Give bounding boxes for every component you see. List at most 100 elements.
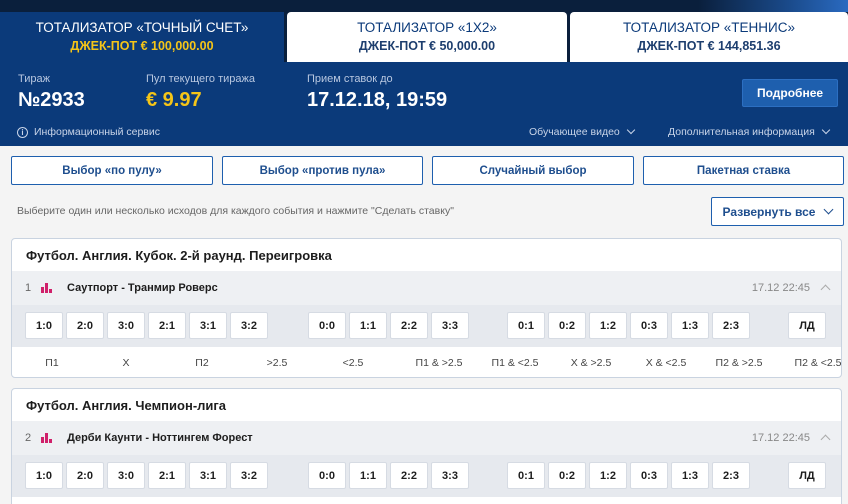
- hint-text: Выберите один или несколько исходов для …: [17, 205, 454, 217]
- outcome-labels: П1 Х П2 >2.5 <2.5 П1 & >2.5 П1 & <2.5 Х & >2.5 Х…: [12, 347, 842, 377]
- score-option[interactable]: 2:1: [148, 462, 186, 489]
- chevron-up-icon[interactable]: [820, 434, 831, 445]
- pool-block: Пул текущего тиража € 9.97: [146, 72, 255, 112]
- tab-exact-score[interactable]: ТОТАЛИЗАТОР «ТОЧНЫЙ СЧЕТ» ДЖЕК-ПОТ € 100…: [0, 12, 284, 62]
- score-option[interactable]: 3:2: [230, 462, 268, 489]
- score-option[interactable]: 2:0: [66, 312, 104, 339]
- stats-icon[interactable]: [41, 433, 55, 443]
- select-against-pool-button[interactable]: Выбор «против пула»: [222, 156, 423, 185]
- match-teams: Дерби Каунти - Ноттингем Форест: [67, 432, 253, 444]
- pool-label: Пул текущего тиража: [146, 73, 255, 85]
- event-card: Футбол. Англия. Чемпион-лига 2 Дерби Кау…: [11, 388, 842, 504]
- expand-all-label: Развернуть все: [722, 204, 816, 219]
- training-video-dropdown[interactable]: Обучающее видео: [529, 125, 636, 138]
- info-service-link[interactable]: i Информационный сервис: [17, 126, 160, 138]
- score-option[interactable]: 2:1: [148, 312, 186, 339]
- score-options: 1:0 2:0 3:0 2:1 3:1 3:2 0:0 1:1 2:2 3:3 0:1 0:2 1:2 0…: [12, 305, 841, 347]
- score-option[interactable]: 2:3: [712, 462, 750, 489]
- score-option[interactable]: 1:1: [349, 312, 387, 339]
- tab-jackpot: ДЖЕК-ПОТ € 50,000.00: [358, 39, 496, 53]
- tab-title: ТОТАЛИЗАТОР «ТЕННИС»: [622, 20, 796, 35]
- chevron-down-icon: [824, 204, 834, 215]
- tab-tennis[interactable]: ТОТАЛИЗАТОР «ТЕННИС» ДЖЕК-ПОТ € 144,851.…: [570, 12, 848, 62]
- chevron-down-icon: [821, 125, 831, 135]
- score-option[interactable]: 0:3: [630, 462, 668, 489]
- match-row[interactable]: 1 Саутпорт - Транмир Роверс 17.12 22:45: [12, 271, 841, 305]
- score-option[interactable]: 0:0: [308, 462, 346, 489]
- chevron-up-icon[interactable]: [820, 284, 831, 295]
- top-strip: [0, 0, 848, 12]
- score-option[interactable]: 0:2: [548, 462, 586, 489]
- league-title: Футбол. Англия. Кубок. 2-й раунд. Переиг…: [26, 247, 332, 263]
- score-option[interactable]: 2:3: [712, 312, 750, 339]
- event-card: Футбол. Англия. Кубок. 2-й раунд. Переиг…: [11, 238, 842, 378]
- batch-bet-button[interactable]: Пакетная ставка: [643, 156, 844, 185]
- score-option[interactable]: 3:0: [107, 462, 145, 489]
- info-icon: i: [17, 126, 28, 138]
- outcome-label: П1: [45, 357, 59, 369]
- outcome-label: П2: [195, 357, 209, 369]
- score-option[interactable]: 2:0: [66, 462, 104, 489]
- score-option[interactable]: 1:3: [671, 462, 709, 489]
- details-button[interactable]: Подробнее: [742, 79, 838, 107]
- totalizator-tabs: ТОТАЛИЗАТОР «ТОЧНЫЙ СЧЕТ» ДЖЕК-ПОТ € 100…: [0, 12, 848, 62]
- score-option[interactable]: 3:3: [431, 312, 469, 339]
- additional-info-label: Дополнительная информация: [668, 126, 815, 138]
- tab-title: ТОТАЛИЗАТОР «ТОЧНЫЙ СЧЕТ»: [35, 20, 249, 35]
- stats-icon[interactable]: [41, 283, 55, 293]
- score-option[interactable]: 3:3: [431, 462, 469, 489]
- score-option[interactable]: 1:2: [589, 312, 627, 339]
- draw-value: №2933: [18, 89, 85, 111]
- league-title: Футбол. Англия. Чемпион-лига: [26, 397, 227, 413]
- score-option[interactable]: 0:2: [548, 312, 586, 339]
- score-option[interactable]: 2:2: [390, 462, 428, 489]
- outcome-label: Х: [122, 357, 130, 369]
- chevron-down-icon: [626, 125, 636, 135]
- outcome-label: <2.5: [342, 357, 364, 369]
- tab-title: ТОТАЛИЗАТОР «1Х2»: [357, 20, 497, 35]
- deadline-label: Прием ставок до: [307, 73, 393, 85]
- score-option[interactable]: 3:2: [230, 312, 268, 339]
- match-row[interactable]: 2 Дерби Каунти - Ноттингем Форест 17.12 …: [12, 421, 841, 455]
- deadline-value: 17.12.18, 19:59: [307, 89, 448, 111]
- outcome-label: >2.5: [266, 357, 288, 369]
- event-number: 2: [25, 432, 32, 444]
- score-option[interactable]: 1:0: [25, 312, 63, 339]
- event-number: 1: [25, 282, 32, 294]
- outcome-label: П2 & >2.5: [715, 357, 763, 369]
- score-option[interactable]: 3:1: [189, 312, 227, 339]
- match-teams: Саутпорт - Транмир Роверс: [67, 282, 218, 294]
- outcome-label: Х & <2.5: [645, 357, 687, 369]
- score-option[interactable]: 1:2: [589, 462, 627, 489]
- selection-buttons: Выбор «по пулу» Выбор «против пула» Случ…: [11, 156, 844, 185]
- banner-decoration: [698, 0, 848, 12]
- outcome-label: П1 & >2.5: [415, 357, 463, 369]
- score-option[interactable]: 0:1: [507, 312, 545, 339]
- draw-label: Тираж: [18, 73, 50, 85]
- tab-1x2[interactable]: ТОТАЛИЗАТОР «1Х2» ДЖЕК-ПОТ € 50,000.00: [287, 12, 567, 62]
- tab-jackpot: ДЖЕК-ПОТ € 100,000.00: [70, 39, 214, 53]
- score-options: 1:0 2:0 3:0 2:1 3:1 3:2 0:0 1:1 2:2 3:3 0:1 0:2 1:2 0…: [12, 455, 841, 497]
- random-select-button[interactable]: Случайный выбор: [432, 156, 634, 185]
- score-option-other[interactable]: ЛД: [788, 312, 826, 339]
- expand-all-button[interactable]: Развернуть все: [711, 197, 844, 226]
- additional-info-dropdown[interactable]: Дополнительная информация: [668, 125, 831, 138]
- deadline-block: Прием ставок до 17.12.18, 19:59: [307, 72, 447, 112]
- score-option[interactable]: 0:1: [507, 462, 545, 489]
- select-by-pool-button[interactable]: Выбор «по пулу»: [11, 156, 213, 185]
- score-option[interactable]: 1:0: [25, 462, 63, 489]
- score-option[interactable]: 1:1: [349, 462, 387, 489]
- outcome-label: П1 & <2.5: [491, 357, 539, 369]
- draw-number-block: Тираж №2933: [18, 72, 85, 112]
- score-option[interactable]: 1:3: [671, 312, 709, 339]
- score-option[interactable]: 0:3: [630, 312, 668, 339]
- match-time: 17.12 22:45: [751, 282, 810, 294]
- score-option[interactable]: 2:2: [390, 312, 428, 339]
- training-video-label: Обучающее видео: [529, 126, 620, 138]
- score-option[interactable]: 3:1: [189, 462, 227, 489]
- score-option-other[interactable]: ЛД: [788, 462, 826, 489]
- score-option[interactable]: 3:0: [107, 312, 145, 339]
- outcome-label: П2 & <2.5: [794, 357, 842, 369]
- score-option[interactable]: 0:0: [308, 312, 346, 339]
- outcome-label: Х & >2.5: [570, 357, 612, 369]
